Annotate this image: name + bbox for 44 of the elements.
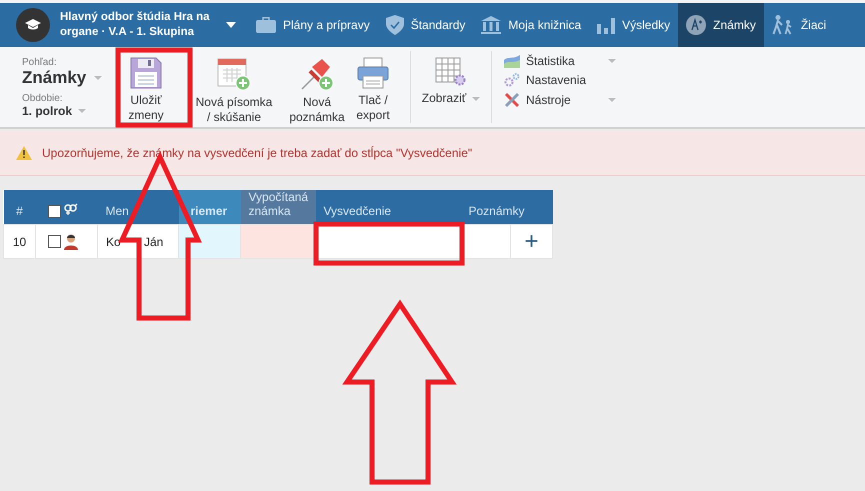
toolbar-button[interactable]: Tlač / export <box>350 47 396 127</box>
shield-icon <box>386 15 404 35</box>
column-header: Vysvedčenie <box>316 190 460 224</box>
nav-tab[interactable]: Štandardy <box>378 3 474 47</box>
toolbar-button[interactable]: Uložiť zmeny <box>108 47 184 127</box>
grid-gear-icon <box>435 57 467 87</box>
graduation-cap-logo <box>16 8 50 42</box>
nav-tab[interactable]: Výsledky <box>589 3 678 47</box>
briefcase-icon <box>256 17 276 33</box>
view-label: Pohľad: <box>22 57 58 68</box>
toolbar-button[interactable]: Nová písomka / skúšanie <box>184 47 284 127</box>
class-title[interactable]: Hlavný odbor štúdia Hra na organe · V.A - 1. Skupina <box>60 10 216 40</box>
period-dropdown[interactable]: 1. polrok <box>22 104 72 118</box>
view-dropdown[interactable]: Známky <box>22 68 86 88</box>
row-number: 10 <box>4 224 36 258</box>
display-button[interactable]: Zobraziť <box>417 47 485 127</box>
walking-people-icon <box>772 15 794 35</box>
gender-symbol-icon <box>64 202 78 215</box>
column-header: Vypočítaná známka <box>240 190 316 224</box>
student-name: Ko Ján <box>98 224 178 258</box>
column-header: Poznámky <box>460 190 552 224</box>
calendar-add-icon <box>217 57 251 91</box>
tools-icon <box>504 92 520 108</box>
nav-tab[interactable]: Žiaci <box>764 3 834 47</box>
gears-icon <box>504 73 520 87</box>
printer-icon <box>357 57 389 89</box>
bar-chart-icon <box>597 16 616 34</box>
warning-icon <box>16 146 32 160</box>
pushpin-add-icon <box>300 57 334 91</box>
menu-item[interactable]: Štatistika <box>504 53 616 69</box>
menu-item[interactable]: Nástroje <box>504 91 616 109</box>
nav-tab[interactable]: Moja knižnica <box>473 3 590 47</box>
area-chart-icon <box>504 54 520 68</box>
row-checkbox[interactable] <box>48 235 61 248</box>
nav-tab[interactable]: Plány a prípravy <box>248 3 378 47</box>
column-header: # <box>4 190 36 224</box>
nav-tab[interactable]: Známky <box>678 3 764 47</box>
select-all-checkbox[interactable] <box>48 205 60 218</box>
grade-icon <box>686 15 706 35</box>
period-label: Obdobie: <box>22 93 64 104</box>
menu-item[interactable]: Nastavenia <box>504 72 616 88</box>
columns-building-icon <box>481 16 502 34</box>
toolbar-button[interactable]: Nová poznámka <box>284 47 350 127</box>
student-avatar-icon <box>64 234 78 250</box>
